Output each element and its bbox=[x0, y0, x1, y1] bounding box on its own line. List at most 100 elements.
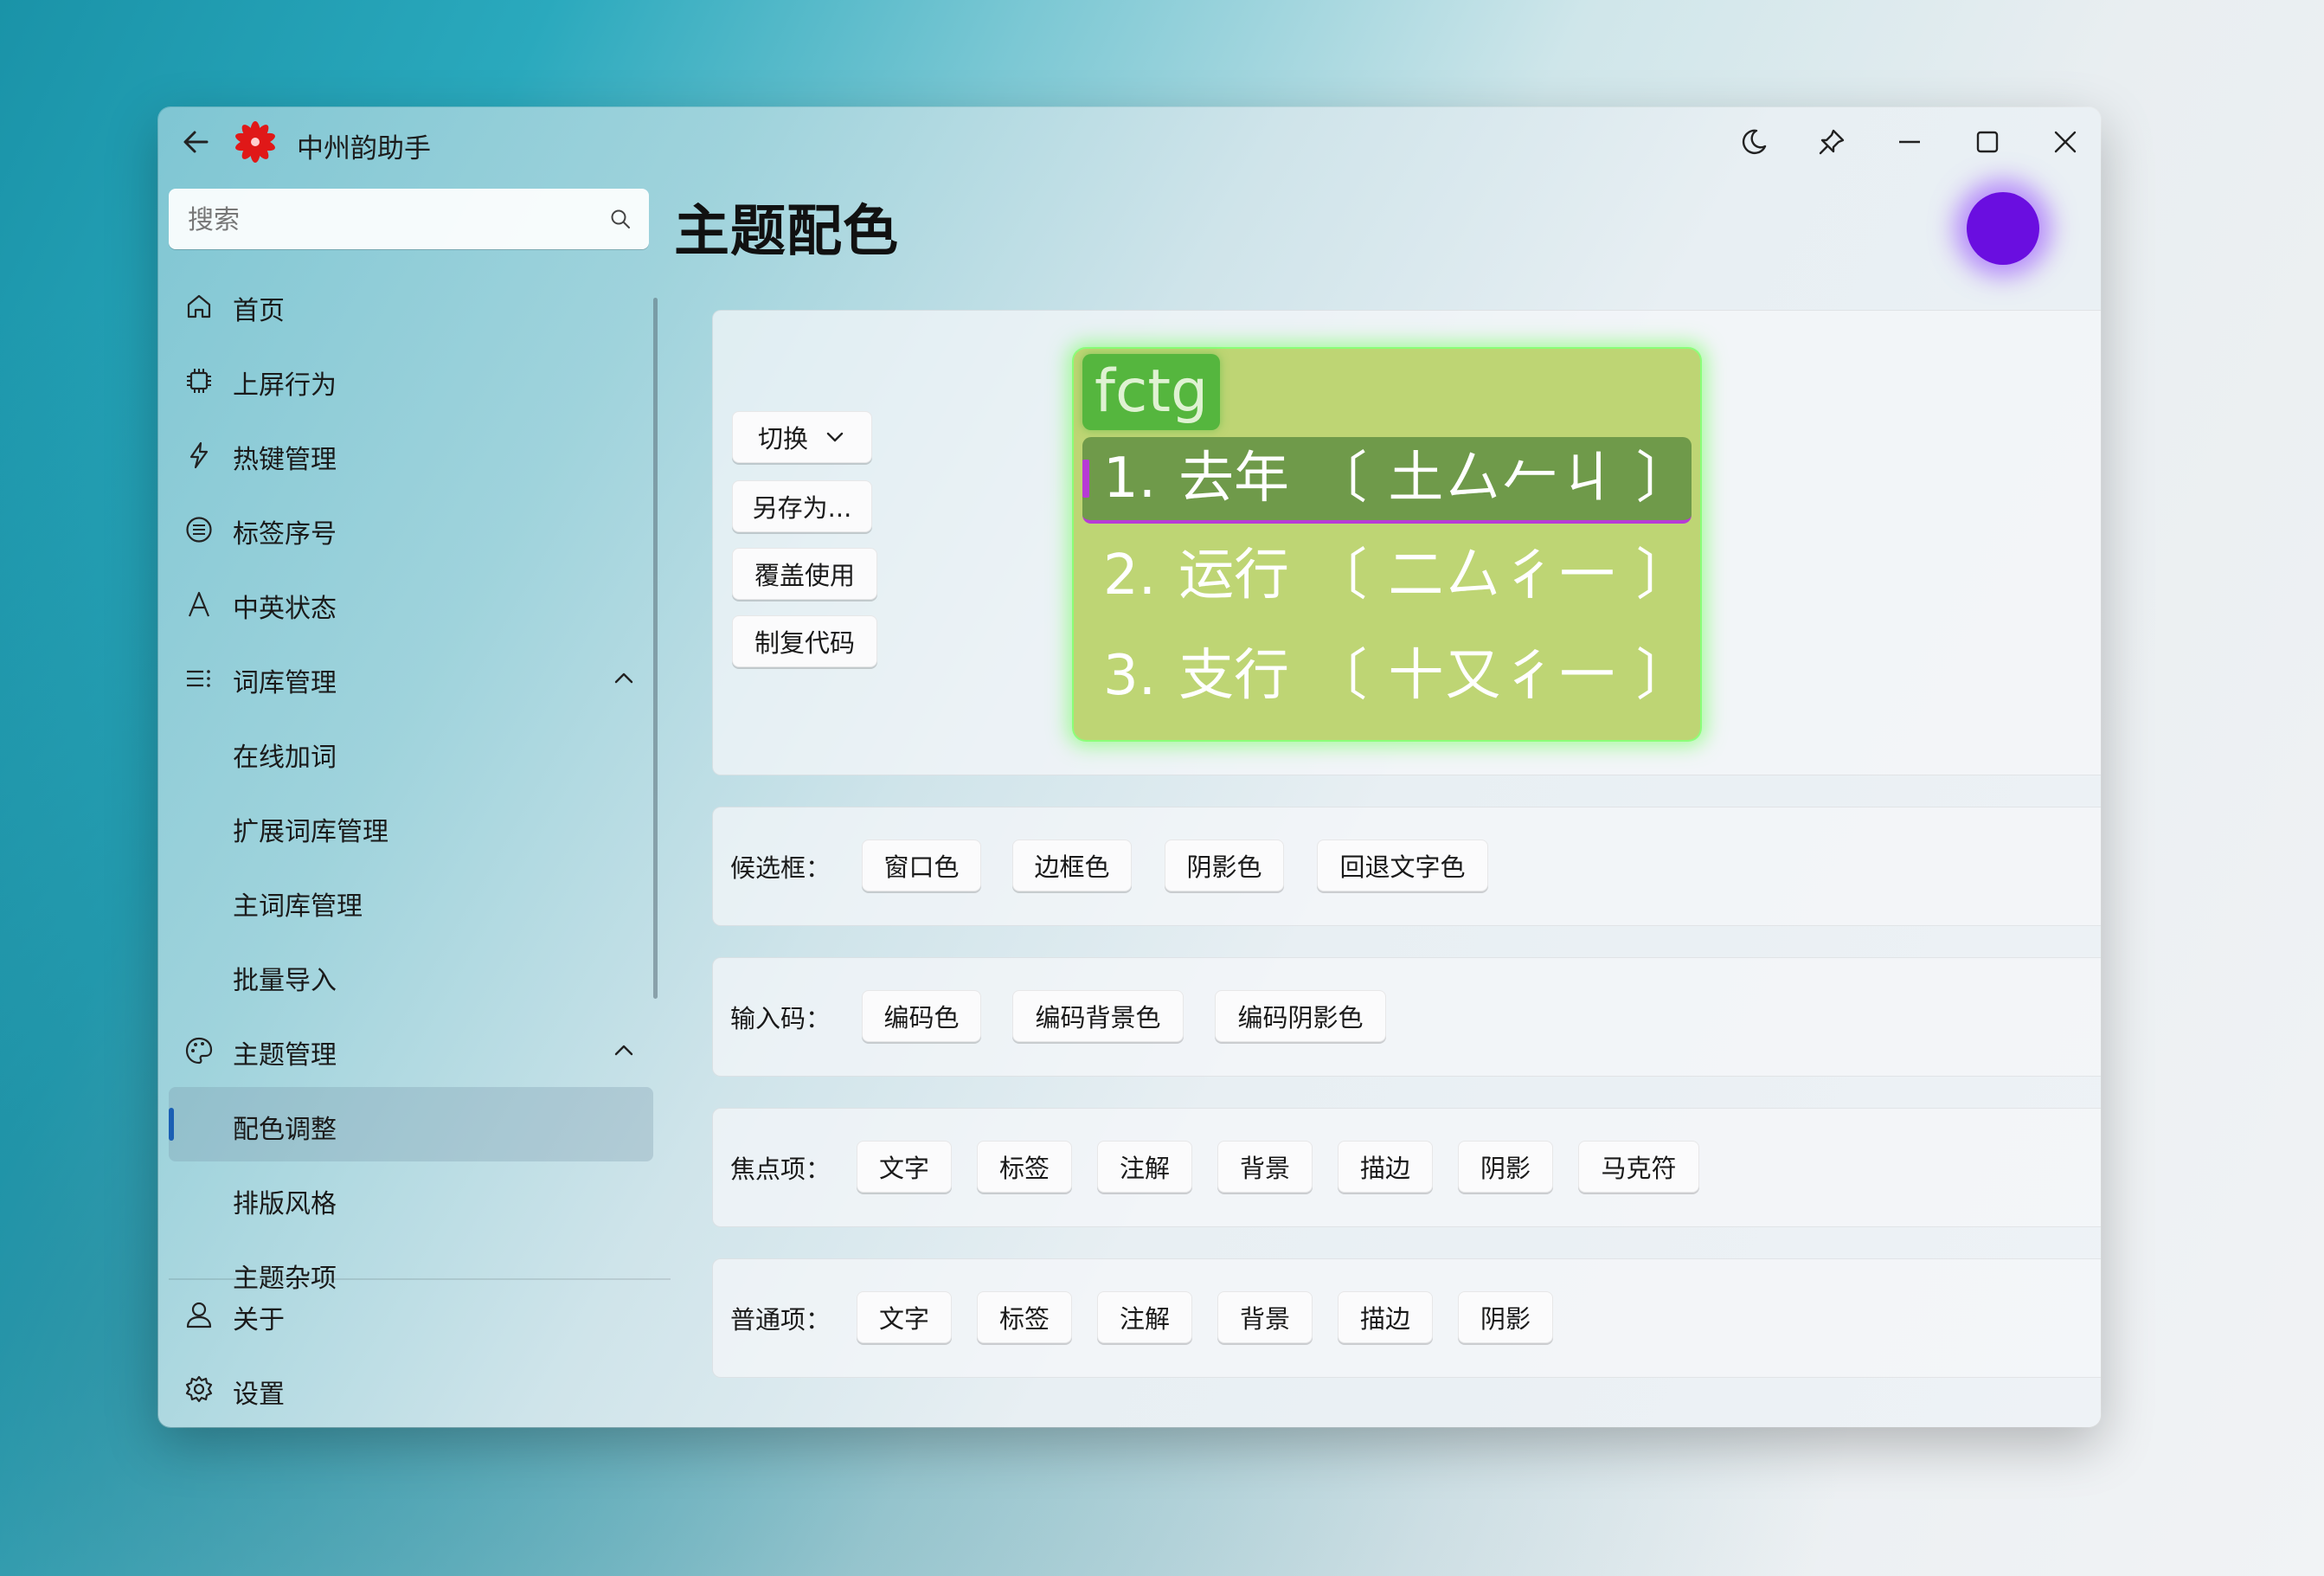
focus-border-color-button[interactable]: 描边 bbox=[1338, 1141, 1433, 1193]
list-circle-icon bbox=[186, 517, 212, 543]
selection-indicator bbox=[169, 1108, 174, 1141]
normal-shadow-color-button[interactable]: 阴影 bbox=[1458, 1291, 1553, 1343]
candidate-comment: 〔 土厶𠂉ㄐ 〕 bbox=[1312, 447, 1693, 511]
sidebar-item-theme[interactable]: 主题管理 bbox=[169, 1013, 653, 1087]
sidebar-nav: 首页 上屏行为 热键管理 标签序号 中英状态 词库管理 在线加词 扩展词库管理 … bbox=[169, 268, 653, 1310]
normal-border-color-button[interactable]: 描边 bbox=[1338, 1291, 1433, 1343]
save-as-button[interactable]: 另存为... bbox=[732, 480, 872, 532]
preview-card: 切换 另存为... 覆盖使用 制复代码 fctg 1. 去年〔 土厶𠂉ㄐ 〕 2.… bbox=[712, 310, 2101, 775]
sidebar-scrollbar[interactable] bbox=[653, 298, 658, 999]
close-button[interactable] bbox=[2041, 119, 2090, 164]
window-color-button[interactable]: 窗口色 bbox=[862, 839, 981, 891]
candidate-comment: 〔 二厶彳一 〕 bbox=[1312, 544, 1693, 608]
app-title: 中州韵助手 bbox=[297, 133, 431, 164]
normal-background-color-button[interactable]: 背景 bbox=[1217, 1291, 1313, 1343]
sidebar-item-home[interactable]: 首页 bbox=[169, 268, 653, 343]
candidate-text: 运行 bbox=[1178, 544, 1290, 608]
close-icon bbox=[2054, 131, 2077, 153]
overwrite-button[interactable]: 覆盖使用 bbox=[732, 548, 877, 600]
focus-comment-color-button[interactable]: 注解 bbox=[1097, 1141, 1192, 1193]
chevron-up-icon[interactable] bbox=[612, 1039, 636, 1063]
maximize-button[interactable] bbox=[1963, 119, 2012, 164]
sidebar-item-label: 配色调整 bbox=[233, 1115, 337, 1145]
chevron-up-icon[interactable] bbox=[612, 666, 636, 691]
sidebar-item-about[interactable]: 关于 bbox=[169, 1281, 653, 1355]
home-icon bbox=[187, 294, 211, 318]
search-input[interactable] bbox=[169, 189, 596, 251]
person-icon bbox=[186, 1302, 212, 1328]
back-button[interactable] bbox=[177, 123, 215, 161]
pin-button[interactable] bbox=[1807, 119, 1856, 164]
focus-background-color-button[interactable]: 背景 bbox=[1217, 1141, 1313, 1193]
normal-label-color-button[interactable]: 标签 bbox=[977, 1291, 1072, 1343]
copy-code-button[interactable]: 制复代码 bbox=[732, 615, 877, 667]
fallback-text-color-button[interactable]: 回退文字色 bbox=[1317, 839, 1488, 891]
focus-text-color-button[interactable]: 文字 bbox=[857, 1141, 952, 1193]
color-preview-avatar[interactable] bbox=[1967, 192, 2039, 265]
theme-toggle-button[interactable] bbox=[1730, 119, 1778, 164]
candidate-label: 1. bbox=[1103, 447, 1157, 511]
sidebar-footer: 关于 设置 bbox=[169, 1281, 653, 1427]
normal-comment-color-button[interactable]: 注解 bbox=[1097, 1291, 1192, 1343]
input-code-row: 输入码： 编码色 编码背景色 编码阴影色 bbox=[712, 957, 2101, 1077]
code-shadow-color-button[interactable]: 编码阴影色 bbox=[1215, 990, 1386, 1042]
pin-icon bbox=[1819, 129, 1845, 155]
focus-mark-color-button[interactable]: 马克符 bbox=[1578, 1141, 1699, 1193]
sidebar-item-color-scheme[interactable]: 配色调整 bbox=[169, 1087, 653, 1161]
sidebar-item-online-add-word[interactable]: 在线加词 bbox=[169, 715, 653, 789]
candidate-text: 去年 bbox=[1178, 447, 1290, 511]
candidate-item[interactable]: 3. 支行〔 十又彳一 〕 bbox=[1082, 634, 1692, 717]
focus-shadow-color-button[interactable]: 阴影 bbox=[1458, 1141, 1553, 1193]
sidebar-item-label: 关于 bbox=[233, 1305, 285, 1335]
search-icon[interactable] bbox=[609, 208, 632, 230]
title-bar: 中州韵助手 bbox=[158, 107, 2101, 177]
sidebar-item-label-index[interactable]: 标签序号 bbox=[169, 492, 653, 566]
sidebar-item-commit-behavior[interactable]: 上屏行为 bbox=[169, 343, 653, 417]
candidate-text: 支行 bbox=[1178, 644, 1290, 708]
sidebar-item-settings[interactable]: 设置 bbox=[169, 1355, 653, 1427]
row-label: 候选框： bbox=[730, 853, 831, 883]
row-label: 输入码： bbox=[730, 1004, 831, 1033]
sidebar-item-label: 热键管理 bbox=[233, 445, 337, 475]
lightning-icon bbox=[189, 441, 209, 469]
candidate-window-preview: fctg 1. 去年〔 土厶𠂉ㄐ 〕 2. 运行〔 二厶彳一 〕 3. 支行〔 十又彳… bbox=[1074, 349, 1700, 740]
sidebar-item-label: 首页 bbox=[233, 296, 285, 326]
chevron-down-icon bbox=[826, 432, 844, 442]
page-title: 主题配色 bbox=[674, 200, 899, 264]
moon-icon bbox=[1742, 129, 1767, 155]
candidate-comment: 〔 十又彳一 〕 bbox=[1312, 644, 1693, 708]
switch-label: 切换 bbox=[757, 424, 808, 454]
sidebar-item-label: 设置 bbox=[233, 1380, 285, 1410]
gear-icon bbox=[185, 1375, 213, 1403]
search-box bbox=[169, 189, 649, 251]
switch-scheme-dropdown[interactable]: 切换 bbox=[732, 411, 872, 463]
border-color-button[interactable]: 边框色 bbox=[1012, 839, 1132, 891]
minimize-icon bbox=[1899, 140, 1920, 144]
sidebar-item-label: 词库管理 bbox=[233, 668, 337, 698]
sidebar-item-label: 扩展词库管理 bbox=[233, 817, 388, 847]
sidebar-item-extended-dictionary[interactable]: 扩展词库管理 bbox=[169, 789, 653, 864]
shadow-color-button[interactable]: 阴影色 bbox=[1165, 839, 1284, 891]
input-code-preview[interactable]: fctg bbox=[1082, 354, 1221, 430]
candidate-item[interactable]: 2. 运行〔 二厶彳一 〕 bbox=[1082, 534, 1692, 617]
row-label: 普通项： bbox=[730, 1305, 831, 1335]
app-window: 中州韵助手 搜索 首页 上屏行为 热键管理 标签序号 中英状态 词库管理 在线加… bbox=[158, 107, 2101, 1427]
candidate-label: 2. bbox=[1103, 544, 1157, 608]
normal-text-color-button[interactable]: 文字 bbox=[857, 1291, 952, 1343]
sidebar-item-batch-import[interactable]: 批量导入 bbox=[169, 938, 653, 1013]
sidebar-item-label: 排版风格 bbox=[233, 1189, 337, 1219]
sidebar-item-label: 中英状态 bbox=[233, 594, 337, 624]
sidebar-item-hotkeys[interactable]: 热键管理 bbox=[169, 417, 653, 492]
sidebar-item-dictionary[interactable]: 词库管理 bbox=[169, 640, 653, 715]
sidebar-item-layout-style[interactable]: 排版风格 bbox=[169, 1161, 653, 1236]
code-background-color-button[interactable]: 编码背景色 bbox=[1012, 990, 1184, 1042]
candidate-item-focused[interactable]: 1. 去年〔 土厶𠂉ㄐ 〕 bbox=[1082, 437, 1692, 524]
minimize-button[interactable] bbox=[1885, 119, 1934, 164]
sidebar-item-label: 标签序号 bbox=[233, 519, 337, 550]
focus-label-color-button[interactable]: 标签 bbox=[977, 1141, 1072, 1193]
sidebar-item-main-dictionary[interactable]: 主词库管理 bbox=[169, 864, 653, 938]
sidebar-item-cn-en-state[interactable]: 中英状态 bbox=[169, 566, 653, 640]
app-logo-icon bbox=[234, 121, 276, 163]
sidebar-divider bbox=[169, 1278, 671, 1280]
code-color-button[interactable]: 编码色 bbox=[862, 990, 981, 1042]
